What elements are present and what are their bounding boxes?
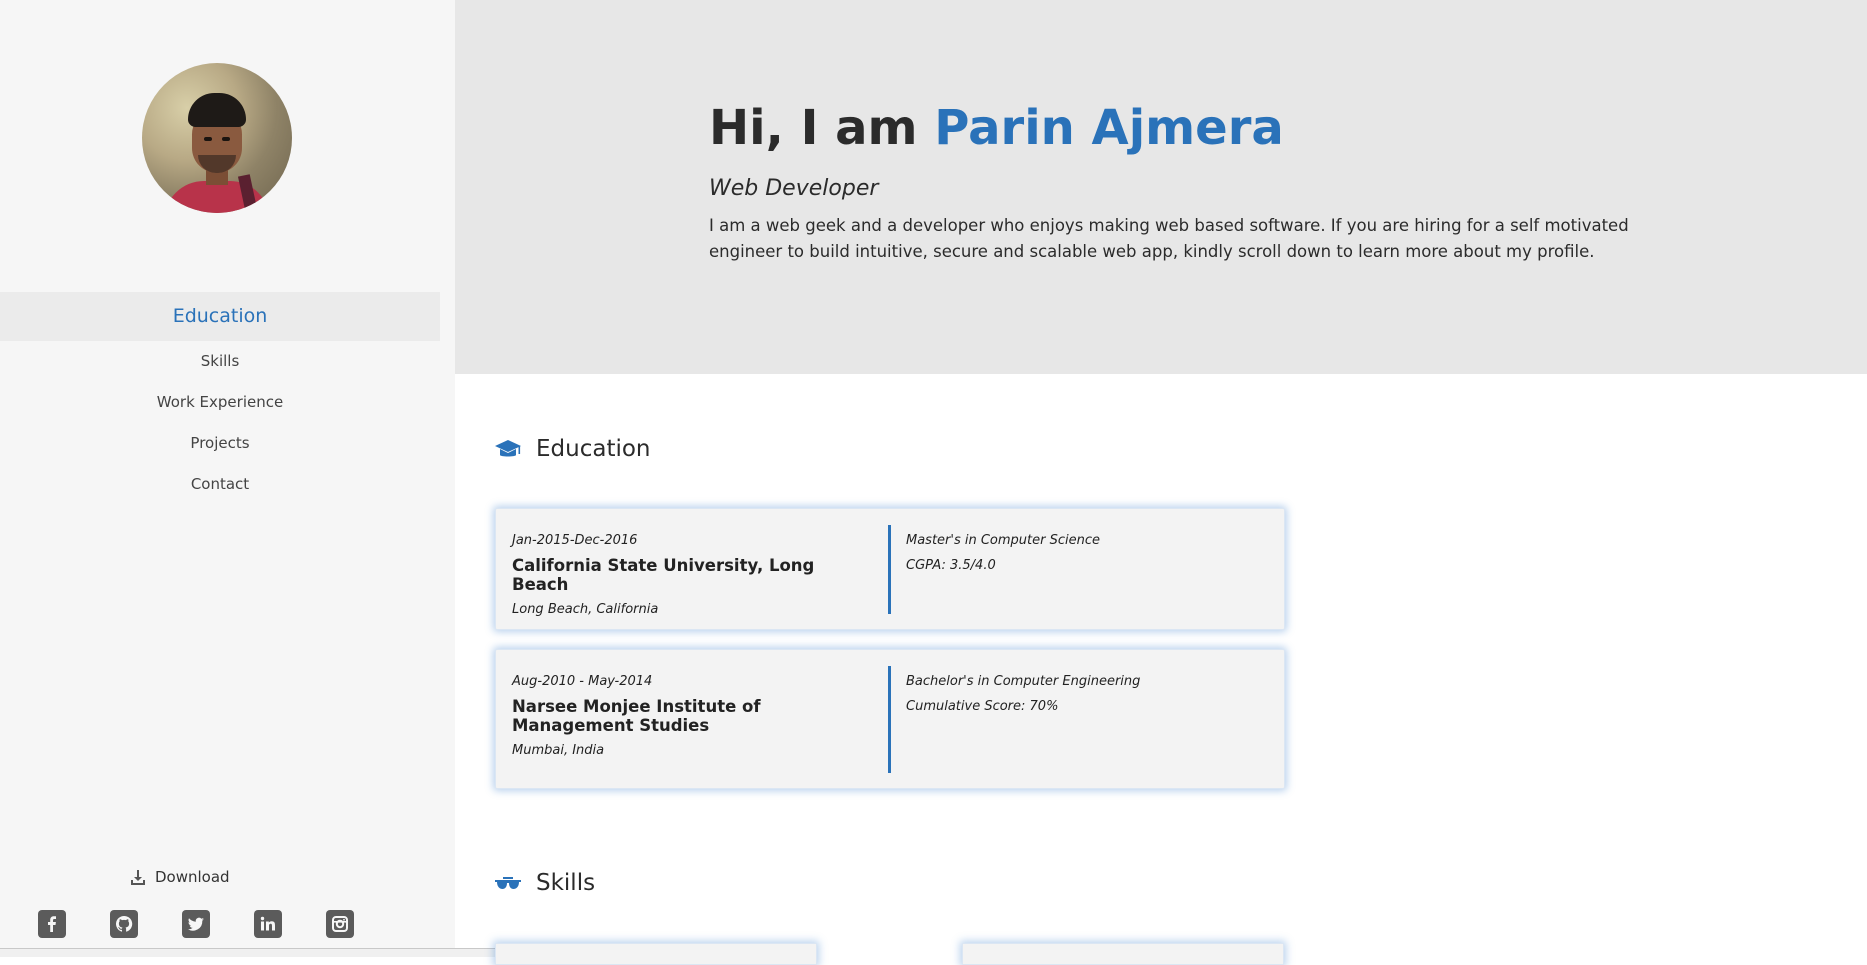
- linkedin-icon[interactable]: [254, 910, 282, 938]
- edu-location: Long Beach, California: [512, 602, 659, 617]
- nav-item-education[interactable]: Education: [0, 292, 440, 341]
- hero-section: Hi, I am Parin Ajmera Web Developer I am…: [455, 0, 1867, 374]
- nav-item-skills[interactable]: Skills: [0, 341, 440, 382]
- edu-location: Mumbai, India: [512, 743, 605, 758]
- edu-dates: Jan-2015-Dec-2016: [512, 533, 638, 548]
- nav-item-contact[interactable]: Contact: [0, 464, 440, 505]
- edu-divider: [888, 525, 891, 614]
- edu-score: CGPA: 3.5/4.0: [906, 558, 996, 573]
- download-label: Download: [155, 868, 230, 886]
- github-icon[interactable]: [110, 910, 138, 938]
- sidebar: Education Skills Work Experience Project…: [0, 0, 455, 955]
- edu-dates: Aug-2010 - May-2014: [512, 674, 653, 689]
- hero-heading: Hi, I am Parin Ajmera: [709, 100, 1284, 156]
- twitter-icon[interactable]: [182, 910, 210, 938]
- hero-bio: I am a web geek and a developer who enjo…: [709, 216, 1629, 261]
- edu-divider: [888, 666, 891, 773]
- download-button[interactable]: Download: [130, 868, 230, 886]
- facebook-icon[interactable]: [38, 910, 66, 938]
- download-icon: [131, 870, 145, 885]
- edu-degree: Bachelor's in Computer Engineering: [906, 674, 1141, 689]
- instagram-icon[interactable]: [326, 910, 354, 938]
- skills-title: Skills: [536, 870, 596, 896]
- edu-score: Cumulative Score: 70%: [906, 699, 1059, 714]
- hero-role: Web Developer: [709, 176, 879, 201]
- skills-heading: Skills: [494, 870, 595, 896]
- social-links: [38, 910, 354, 938]
- edu-school: Narsee Monjee Institute of Management St…: [512, 697, 761, 735]
- graduation-cap-icon: [495, 440, 521, 457]
- education-card: Aug-2010 - May-2014 Narsee Monjee Instit…: [495, 649, 1285, 789]
- glasses-icon: [495, 877, 521, 889]
- profile-avatar: [142, 63, 292, 213]
- edu-degree: Master's in Computer Science: [906, 533, 1101, 548]
- nav-item-projects[interactable]: Projects: [0, 423, 440, 464]
- hero-greeting: Hi, I am: [709, 100, 935, 156]
- skill-card: [495, 943, 817, 965]
- education-title: Education: [536, 436, 651, 462]
- hero-name: Parin Ajmera: [934, 100, 1284, 156]
- nav-item-work-experience[interactable]: Work Experience: [0, 382, 440, 423]
- education-card: Jan-2015-Dec-2016 California State Unive…: [495, 508, 1285, 630]
- education-heading: Education: [494, 436, 651, 462]
- skill-card: [962, 943, 1284, 965]
- edu-school: California State University, Long Beach: [512, 556, 815, 594]
- sidebar-nav: Education Skills Work Experience Project…: [0, 292, 440, 505]
